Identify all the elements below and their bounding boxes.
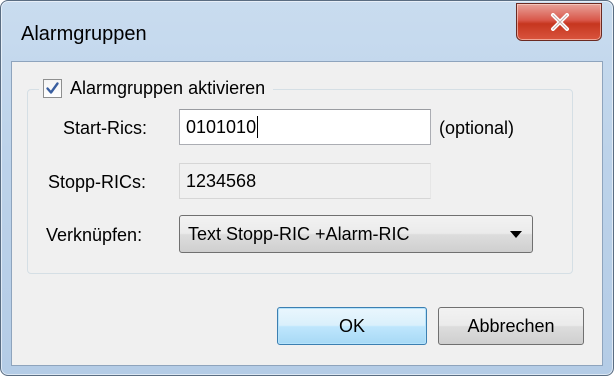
text-caret [257, 116, 259, 138]
close-icon [551, 13, 569, 31]
window-title: Alarmgruppen [21, 23, 147, 45]
start-rics-input[interactable]: 0101010 [179, 109, 431, 145]
title-bar: Alarmgruppen [1, 1, 613, 63]
ok-button[interactable]: OK [277, 307, 427, 345]
activate-checkbox[interactable] [43, 78, 62, 98]
stopp-rics-label: Stopp-RICs: [48, 172, 147, 192]
optional-hint: (optional) [439, 118, 515, 138]
activate-checkbox-label[interactable]: Alarmgruppen aktivieren [70, 78, 265, 99]
stopp-rics-input[interactable]: 1234568 [179, 163, 431, 199]
cancel-button[interactable]: Abbrechen [438, 307, 584, 345]
verknuepfen-dropdown[interactable]: Text Stopp-RIC +Alarm-RIC [179, 215, 533, 253]
chevron-down-icon [510, 231, 522, 238]
start-rics-value: 0101010 [186, 116, 257, 137]
close-button[interactable] [516, 3, 602, 41]
checkmark-icon [46, 81, 59, 94]
dialog-window: Alarmgruppen Alarmgruppen aktivieren Sta… [0, 0, 614, 376]
start-rics-label: Start-Rics: [63, 118, 148, 138]
stopp-rics-value: 1234568 [186, 170, 257, 191]
group-header: Alarmgruppen aktivieren [39, 75, 274, 101]
verknuepfen-label: Verknüpfen: [46, 225, 143, 245]
verknuepfen-selected-value: Text Stopp-RIC +Alarm-RIC [188, 223, 410, 244]
